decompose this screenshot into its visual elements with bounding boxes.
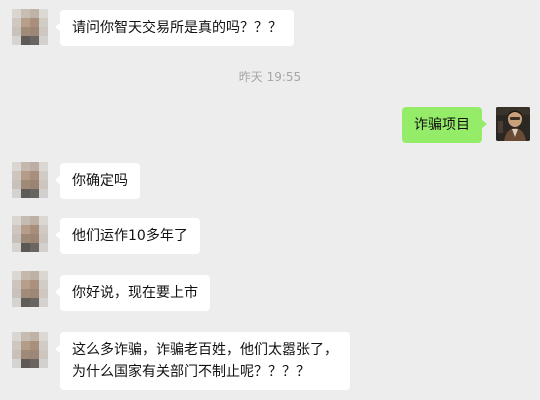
message-bubble-outgoing[interactable]: 诈骗项目 [402, 107, 487, 143]
message-bubble[interactable]: 你好说，现在要上市 [55, 275, 210, 311]
message-text: 他们运作10多年了 [72, 228, 188, 244]
message-text: 请问你智天交易所是真的吗？？？ [72, 20, 282, 36]
contact-avatar[interactable] [12, 271, 48, 307]
message-text-line-2: 为什么国家有关部门不制止呢？？？？ [72, 364, 310, 380]
message-bubble[interactable]: 他们运作10多年了 [55, 218, 200, 254]
chat-window: 请问你智天交易所是真的吗？？？ 昨天 19:55 诈骗项目 你确定吗 他们运作1… [0, 0, 540, 400]
message-bubble[interactable]: 你确定吗 [55, 163, 140, 199]
message-text: 你好说，现在要上市 [72, 285, 198, 301]
contact-avatar[interactable] [12, 9, 48, 45]
message-text: 你确定吗 [72, 173, 128, 189]
timestamp: 昨天 19:55 [238, 70, 302, 84]
contact-avatar[interactable] [12, 162, 48, 198]
photo-avatar-icon [496, 107, 530, 141]
message-text-line-1: 这么多诈骗，诈骗老百姓，他们太嚣张了， [72, 342, 338, 358]
contact-avatar[interactable] [12, 332, 48, 368]
message-bubble[interactable]: 这么多诈骗，诈骗老百姓，他们太嚣张了， 为什么国家有关部门不制止呢？？？？ [55, 332, 350, 390]
message-text: 诈骗项目 [414, 117, 470, 133]
contact-avatar[interactable] [12, 216, 48, 252]
message-bubble[interactable]: 请问你智天交易所是真的吗？？？ [55, 10, 294, 46]
my-avatar[interactable] [496, 107, 530, 141]
